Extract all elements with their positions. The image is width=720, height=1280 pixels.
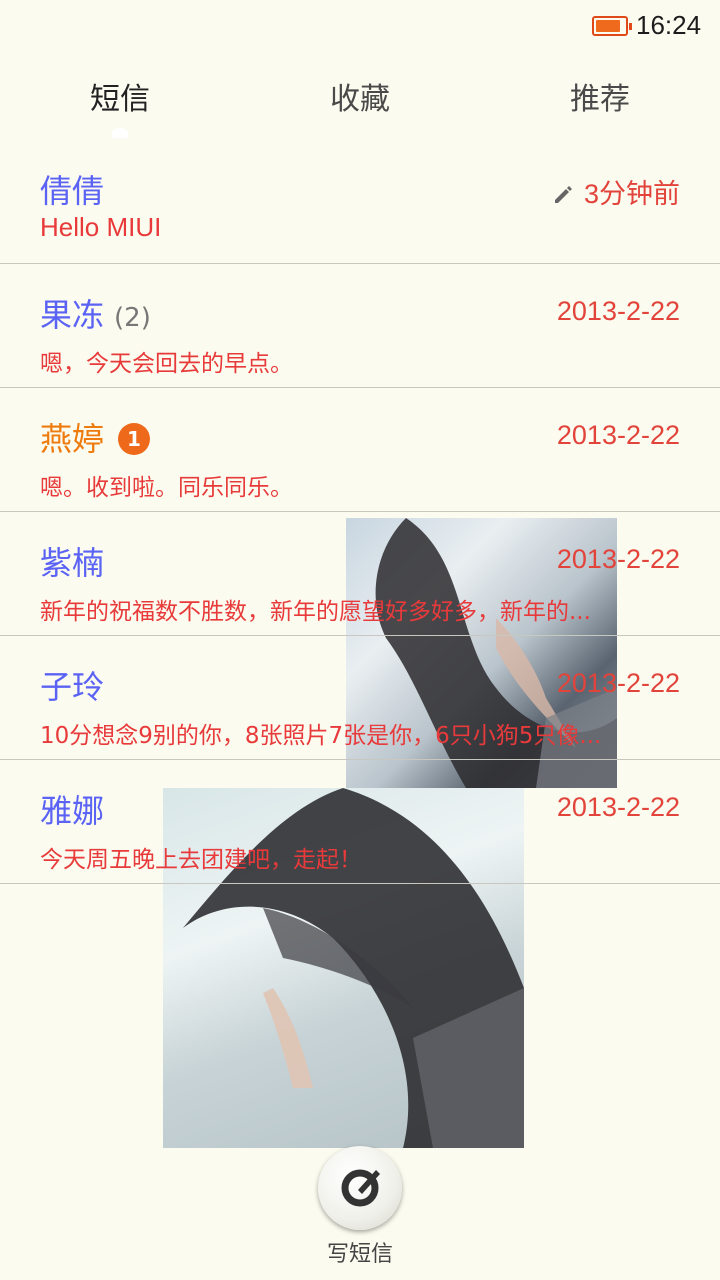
- compose-icon: [341, 1169, 380, 1207]
- message-preview: 今天周五晚上去团建吧，走起！: [40, 847, 362, 873]
- contact-name: 子玲: [40, 668, 105, 706]
- conversation-time: 3分钟前: [552, 172, 680, 212]
- message-preview: 嗯，今天会回去的早点。: [40, 351, 293, 377]
- compose-label: 写短信: [326, 1242, 393, 1267]
- tab-bar: 短信 收藏 推荐: [0, 56, 720, 140]
- conversation-row[interactable]: 果冻 (2) 2013-2-22 嗯，今天会回去的早点。: [0, 264, 720, 388]
- message-preview: 新年的祝福数不胜数，新年的愿望好多好多，新年的...: [40, 599, 591, 625]
- compose-button[interactable]: [318, 1146, 402, 1230]
- status-bar: 16:24: [0, 0, 720, 56]
- tab-favorites[interactable]: 收藏: [280, 74, 440, 118]
- contact-name: 倩倩: [40, 172, 105, 210]
- contact-name: 燕婷 1: [40, 414, 151, 460]
- message-preview: 嗯。收到啦。同乐同乐。: [40, 475, 293, 501]
- conversation-row[interactable]: 雅娜 2013-2-22 今天周五晚上去团建吧，走起！: [0, 760, 720, 884]
- contact-name: 果冻 (2): [40, 290, 151, 336]
- message-preview: Hello MIUI: [40, 212, 162, 242]
- conversation-date: 2013-2-22: [556, 668, 680, 698]
- conversation-date: 2013-2-22: [556, 296, 680, 326]
- tab-messages[interactable]: 短信: [40, 74, 200, 118]
- status-time: 16:24: [636, 10, 702, 40]
- tab-active-indicator: [112, 128, 128, 138]
- conversation-date: 2013-2-22: [556, 420, 680, 450]
- conversation-time-text: 3分钟前: [583, 179, 680, 209]
- conversation-row[interactable]: 紫楠 2013-2-22 新年的祝福数不胜数，新年的愿望好多好多，新年的...: [0, 512, 720, 636]
- battery-icon: [592, 16, 632, 36]
- unread-badge: 1: [118, 423, 151, 455]
- battery-level: [596, 20, 620, 32]
- conversation-date: 2013-2-22: [556, 544, 680, 574]
- message-preview: 10分想念9别的你，8张照片7张是你，6只小狗5只像...: [40, 723, 602, 749]
- conversation-row[interactable]: 子玲 2013-2-22 10分想念9别的你，8张照片7张是你，6只小狗5只像.…: [0, 636, 720, 760]
- draft-pencil-icon: [552, 181, 574, 212]
- conversation-date: 2013-2-22: [556, 792, 680, 822]
- conversation-row[interactable]: 倩倩 3分钟前 Hello MIUI: [0, 140, 720, 264]
- message-count: (2): [114, 303, 151, 333]
- contact-name: 紫楠: [40, 544, 105, 582]
- conversation-list: 倩倩 3分钟前 Hello MIUI 果冻 (2) 2013-2-22 嗯，今天会…: [0, 140, 720, 884]
- contact-name: 雅娜: [40, 792, 105, 830]
- conversation-row[interactable]: 燕婷 1 2013-2-22 嗯。收到啦。同乐同乐。: [0, 388, 720, 512]
- contact-name-text: 果冻: [40, 296, 105, 334]
- tab-recommended[interactable]: 推荐: [520, 74, 680, 118]
- contact-name-text: 燕婷: [40, 420, 105, 458]
